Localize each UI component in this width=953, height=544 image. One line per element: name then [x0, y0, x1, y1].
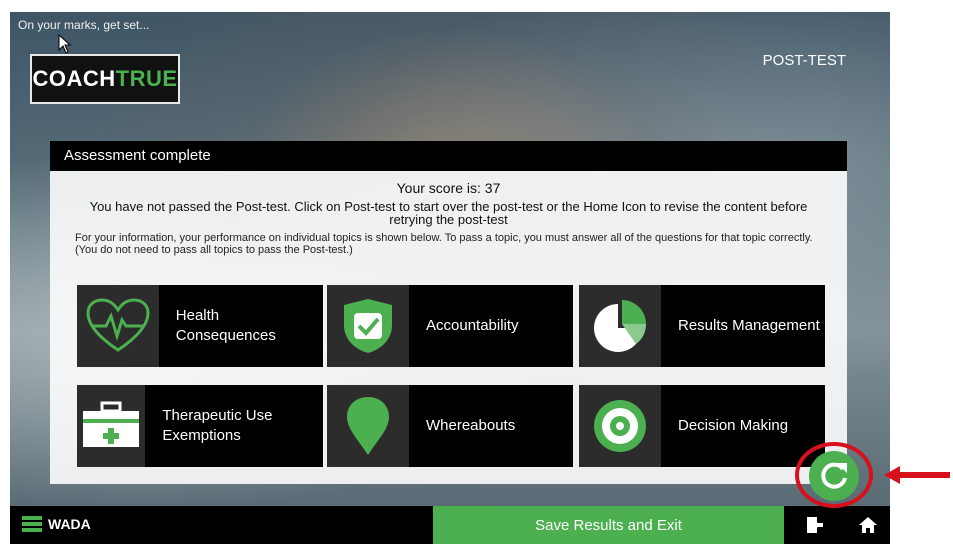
topic-label: Therapeutic Use Exemptions [162, 407, 273, 444]
topic-decision-making[interactable]: Decision Making [579, 385, 825, 467]
medical-kit-icon [83, 401, 140, 447]
refresh-icon [821, 462, 847, 489]
target-icon [594, 400, 646, 452]
exit-icon[interactable] [805, 515, 825, 535]
heartbeat-icon [86, 298, 150, 352]
topic-health-consequences[interactable]: Health Consequences [77, 285, 323, 367]
topic-label: Accountability [426, 317, 519, 334]
map-pin-icon [347, 397, 389, 455]
panel-title: Assessment complete [50, 141, 847, 171]
course-window: On your marks, get set... COACH TRUE POST… [10, 12, 890, 544]
pie-chart-icon [594, 300, 647, 352]
wada-brand: WADA [22, 515, 91, 533]
shield-check-icon [344, 299, 392, 353]
home-icon[interactable] [858, 515, 878, 535]
topic-therapeutic-use-exemptions[interactable]: Therapeutic Use Exemptions [77, 385, 323, 467]
info-text: For your information, your performance o… [75, 232, 813, 256]
topic-label: Results Management [678, 317, 820, 334]
annotation-arrow-icon [884, 466, 950, 484]
topic-label: Whereabouts [426, 417, 516, 434]
topic-accountability[interactable]: Accountability [327, 285, 573, 367]
topic-whereabouts[interactable]: Whereabouts [327, 385, 573, 467]
save-results-exit-button[interactable]: Save Results and Exit [433, 506, 784, 544]
coachtrue-logo: COACH TRUE [30, 54, 180, 104]
section-title: POST-TEST [762, 52, 846, 69]
result-message: You have not passed the Post-test. Click… [89, 199, 808, 227]
topic-label: Decision Making [678, 417, 789, 434]
topic-results-management[interactable]: Results Management [579, 285, 825, 367]
retry-button[interactable] [809, 451, 859, 501]
score-text: Your score is: 37 [396, 180, 501, 196]
mouse-cursor-icon [58, 34, 72, 54]
wada-logo-icon [22, 516, 42, 532]
bottom-bar: WADA Save Results and Exit [10, 506, 890, 544]
topic-label: Health Consequences [175, 307, 276, 344]
tagline: On your marks, get set... [18, 18, 150, 32]
